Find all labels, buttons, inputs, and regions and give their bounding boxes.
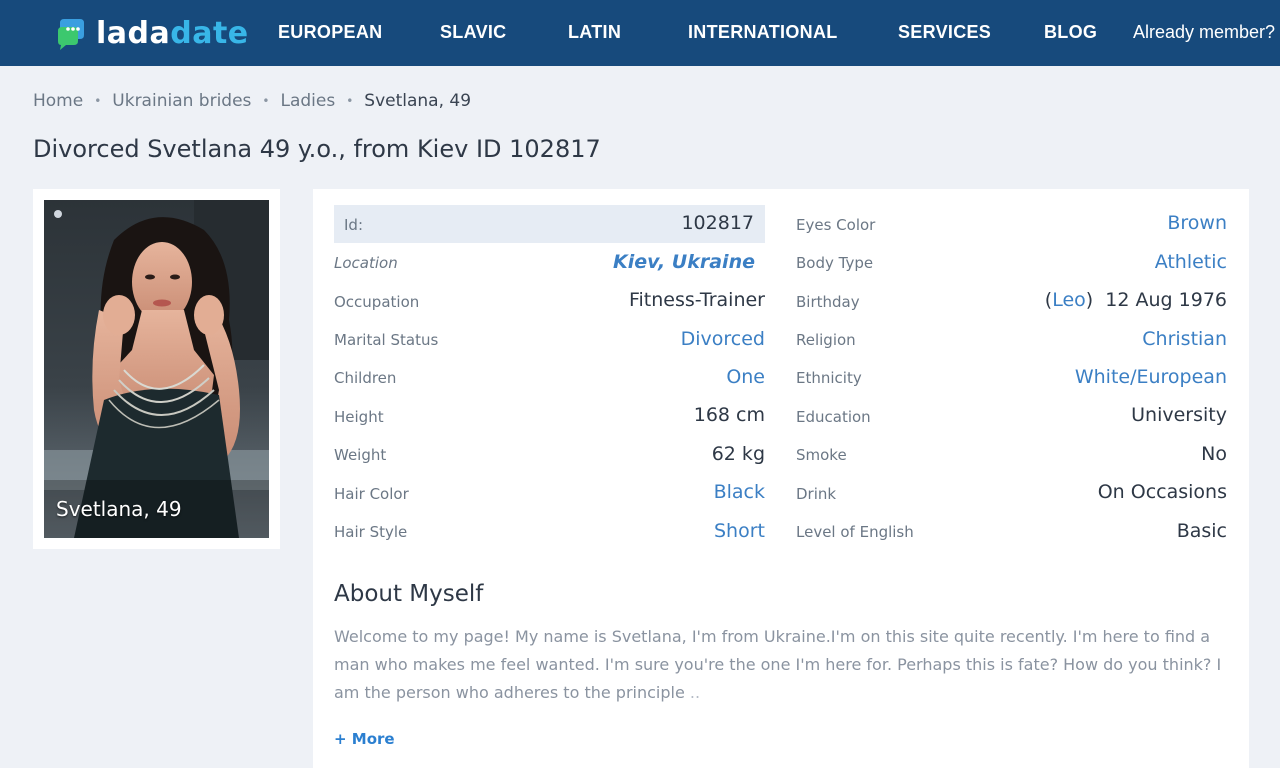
photo-indicator-dot — [54, 210, 62, 218]
about-ellipsis: .. — [689, 683, 701, 702]
body-type-value[interactable]: Athletic — [1155, 251, 1227, 273]
hair-style-label: Hair Style — [334, 523, 408, 541]
height-label: Height — [334, 408, 384, 426]
breadcrumb-separator: • — [262, 94, 270, 108]
english-level-value: Basic — [1176, 520, 1227, 542]
profile-details-card: Id: 102817 Location Kiev, Ukraine Occupa… — [313, 189, 1249, 768]
children-value[interactable]: One — [726, 366, 765, 388]
breadcrumb-ukrainian-brides[interactable]: Ukrainian brides — [112, 91, 251, 111]
breadcrumb-separator: • — [346, 94, 354, 108]
id-value: 102817 — [681, 212, 754, 234]
birthday-value-group: (Leo) 12 Aug 1976 — [1044, 289, 1227, 311]
birthday-value: 12 Aug 1976 — [1105, 289, 1227, 311]
body-type-label: Body Type — [796, 254, 874, 272]
height-value: 168 cm — [693, 404, 765, 426]
nav-blog[interactable]: BLOG — [1044, 22, 1097, 43]
nav-european[interactable]: EUROPEAN — [278, 22, 382, 43]
breadcrumb-home[interactable]: Home — [33, 91, 83, 111]
breadcrumb: Home • Ukrainian brides • Ladies • Svetl… — [33, 91, 471, 111]
site-logo[interactable]: ladadate — [56, 14, 249, 52]
already-member-link[interactable]: Already member? — [1133, 22, 1275, 43]
more-button[interactable]: + More — [334, 730, 395, 748]
eyes-color-label: Eyes Color — [796, 216, 876, 234]
marital-status-label: Marital Status — [334, 331, 439, 349]
breadcrumb-current: Svetlana, 49 — [364, 91, 472, 111]
ethnicity-label: Ethnicity — [796, 369, 862, 387]
nav-latin[interactable]: LATIN — [568, 22, 621, 43]
photo-caption: Svetlana, 49 — [56, 497, 182, 521]
hair-color-label: Hair Color — [334, 485, 409, 503]
drink-label: Drink — [796, 485, 837, 503]
profile-photo-card: Svetlana, 49 — [33, 189, 280, 549]
marital-status-value[interactable]: Divorced — [681, 328, 765, 350]
zodiac-link[interactable]: Leo — [1052, 289, 1086, 311]
about-body: Welcome to my page! My name is Svetlana,… — [334, 627, 1222, 702]
ethnicity-value[interactable]: White/European — [1075, 366, 1227, 388]
religion-label: Religion — [796, 331, 856, 349]
weight-label: Weight — [334, 446, 387, 464]
logo-text-accent: date — [170, 15, 249, 51]
breadcrumb-separator: • — [94, 94, 102, 108]
religion-value[interactable]: Christian — [1142, 328, 1227, 350]
hair-color-value[interactable]: Black — [714, 481, 765, 503]
drink-value: On Occasions — [1097, 481, 1227, 503]
occupation-value: Fitness-Trainer — [628, 289, 765, 311]
woman-portrait-icon — [44, 200, 269, 538]
nav-slavic[interactable]: SLAVIC — [440, 22, 506, 43]
occupation-label: Occupation — [334, 293, 420, 311]
smoke-value: No — [1201, 443, 1227, 465]
top-header: ladadate EUROPEAN SLAVIC LATIN INTERNATI… — [0, 0, 1280, 66]
education-value: University — [1131, 404, 1227, 426]
location-label: Location — [334, 254, 398, 272]
children-label: Children — [334, 369, 397, 387]
eyes-color-value[interactable]: Brown — [1167, 212, 1227, 234]
logo-text-primary: lada — [96, 15, 171, 51]
about-heading: About Myself — [334, 581, 484, 607]
smoke-label: Smoke — [796, 446, 847, 464]
about-text: Welcome to my page! My name is Svetlana,… — [334, 623, 1229, 707]
nav-services[interactable]: SERVICES — [898, 22, 991, 43]
nav-international[interactable]: INTERNATIONAL — [688, 22, 838, 43]
birthday-label: Birthday — [796, 293, 860, 311]
breadcrumb-ladies[interactable]: Ladies — [280, 91, 335, 111]
id-label: Id: — [344, 216, 363, 234]
english-level-label: Level of English — [796, 523, 914, 541]
education-label: Education — [796, 408, 871, 426]
location-value[interactable]: Kiev, Ukraine — [613, 251, 755, 273]
profile-photo[interactable]: Svetlana, 49 — [44, 200, 269, 538]
chat-bubble-icon — [56, 17, 88, 50]
weight-value: 62 kg — [711, 443, 765, 465]
page-title: Divorced Svetlana 49 y.o., from Kiev ID … — [33, 135, 601, 163]
hair-style-value[interactable]: Short — [714, 520, 765, 542]
